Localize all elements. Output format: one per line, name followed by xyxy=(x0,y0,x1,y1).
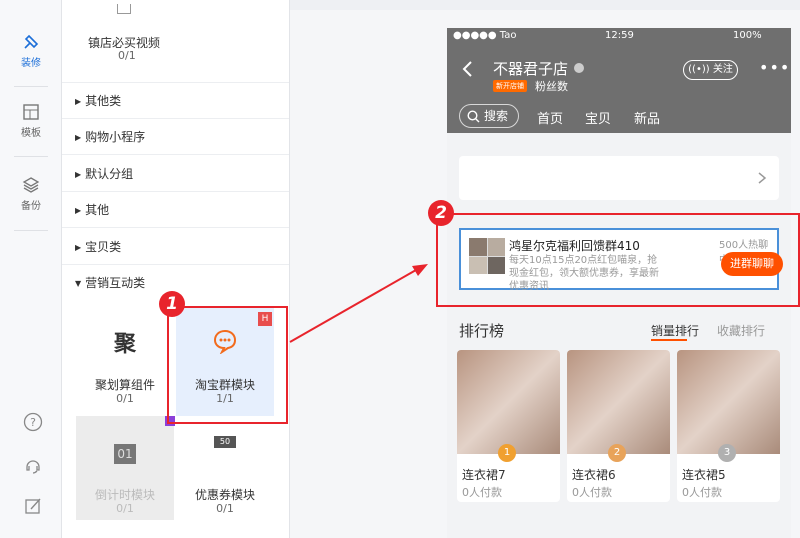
triangle-right-icon: ▶ xyxy=(75,132,82,142)
product-sales: 0人付款 xyxy=(682,486,722,499)
radio-icon: ((•)) xyxy=(688,64,713,75)
shop-name: 不器君子店 xyxy=(493,60,569,78)
layers-icon xyxy=(22,177,40,193)
category-label: 营销互动类 xyxy=(85,276,146,290)
rank-badge: 1 xyxy=(498,444,516,462)
category-mini-program[interactable]: ▶ 购物小程序 xyxy=(62,119,289,155)
follow-button[interactable]: ((•)) 关注 xyxy=(683,60,738,80)
search-label: 搜索 xyxy=(484,109,509,123)
rail-item-backup[interactable]: 备份 xyxy=(0,175,62,212)
countdown-icon: 01 xyxy=(114,444,136,464)
rank-badge: 2 xyxy=(608,444,626,462)
module-name: 优惠券模块 xyxy=(194,488,255,502)
triangle-right-icon: ▶ xyxy=(75,96,82,106)
category-label: 其他类 xyxy=(85,94,122,108)
tab-new[interactable]: 新品 xyxy=(634,108,660,127)
category-label: 默认分组 xyxy=(85,167,134,181)
module-coupon[interactable]: 50 优惠券模块 0/1 xyxy=(176,416,274,520)
rail-item-label: 备份 xyxy=(21,201,41,212)
back-icon[interactable] xyxy=(461,60,473,78)
search-icon xyxy=(467,110,480,123)
category-other-type[interactable]: ▶ 其他类 xyxy=(62,83,289,119)
svg-text:?: ? xyxy=(30,416,36,429)
active-tab-underline xyxy=(651,339,687,341)
product-image xyxy=(677,350,780,454)
edit-icon[interactable] xyxy=(23,496,43,516)
headset-icon[interactable] xyxy=(23,455,43,475)
rail-item-label: 模板 xyxy=(21,128,41,139)
chevron-right-icon xyxy=(758,172,767,184)
triangle-right-icon: ▶ xyxy=(75,205,82,215)
left-rail: 装修 模板 备份 ? xyxy=(0,0,62,538)
coupon-icon: 50 xyxy=(214,436,236,448)
category-item-type[interactable]: ▶ 宝贝类 xyxy=(62,229,289,265)
product-sales: 0人付款 xyxy=(572,486,612,499)
category-default-group[interactable]: ▶ 默认分组 xyxy=(62,156,289,192)
search-button[interactable]: 搜索 xyxy=(459,104,519,128)
template-icon xyxy=(23,104,39,120)
module-count: 0/1 xyxy=(116,392,134,405)
arrow-icon xyxy=(289,264,428,343)
module-count: 0/1 xyxy=(216,502,234,515)
video-module-icon xyxy=(117,4,131,14)
empty-card[interactable] xyxy=(459,156,779,200)
status-battery: 100% xyxy=(733,30,762,41)
product-card[interactable]: 1 连衣裙7 0人付款 xyxy=(457,350,560,502)
product-name: 连衣裙6 xyxy=(572,468,616,482)
brush-icon xyxy=(24,34,39,49)
tab-sales-rank[interactable]: 销量排行 xyxy=(651,322,699,339)
new-shop-badge: 新开店铺 xyxy=(493,80,527,92)
step-marker-1: 1 xyxy=(159,291,185,317)
triangle-right-icon: ▶ xyxy=(75,242,82,252)
category-label: 宝贝类 xyxy=(85,240,122,254)
module-juhuasuan[interactable]: 聚 聚划算组件 0/1 xyxy=(76,306,174,416)
fans-count: 粉丝数 xyxy=(535,80,568,93)
module-name: 聚划算组件 xyxy=(94,378,155,392)
rail-item-decorate[interactable]: 装修 xyxy=(0,32,62,69)
help-icon[interactable]: ? xyxy=(23,412,43,432)
highlight-box-preview xyxy=(436,213,800,307)
rail-divider xyxy=(14,230,48,231)
shop-header: ●●●●● Tao 12:59 100% 不器君子店 新开店铺 粉丝数 ((•)… xyxy=(447,28,791,133)
module-name: 倒计时模块 xyxy=(94,488,155,502)
highlight-box-module xyxy=(167,306,288,424)
product-image xyxy=(567,350,670,454)
product-image xyxy=(457,350,560,454)
components-panel: 镇店必买视频 0/1 ▶ 其他类 ▶ 购物小程序 ▶ 默认分组 ▶ 其他 ▶ 宝贝类 ▼ 营… xyxy=(62,0,290,538)
rank-badge: 3 xyxy=(718,444,736,462)
status-carrier: ●●●●● Tao xyxy=(453,30,517,41)
more-icon[interactable]: ••• xyxy=(759,58,790,77)
top-module-count: 0/1 xyxy=(118,49,136,62)
category-label: 购物小程序 xyxy=(85,130,146,144)
status-time: 12:59 xyxy=(605,30,634,41)
triangle-right-icon: ▶ xyxy=(75,169,82,179)
product-sales: 0人付款 xyxy=(462,486,502,499)
rail-item-label: 装修 xyxy=(21,58,41,69)
module-countdown[interactable]: 01 倒计时模块 0/1 xyxy=(76,416,175,520)
rail-divider xyxy=(14,156,48,157)
verified-icon xyxy=(574,63,584,73)
rail-divider xyxy=(14,86,48,87)
product-name: 连衣裙5 xyxy=(682,468,726,482)
triangle-down-icon: ▼ xyxy=(75,278,82,288)
follow-label: 关注 xyxy=(712,64,733,75)
product-card[interactable]: 3 连衣裙5 0人付款 xyxy=(677,350,780,502)
product-card[interactable]: 2 连衣裙6 0人付款 xyxy=(567,350,670,502)
category-other[interactable]: ▶ 其他 xyxy=(62,192,289,228)
ranking-title: 排行榜 xyxy=(459,322,505,340)
step-marker-2: 2 xyxy=(428,200,454,226)
juhuasuan-icon: 聚 xyxy=(113,332,136,357)
tab-items[interactable]: 宝贝 xyxy=(585,108,611,127)
rail-item-template[interactable]: 模板 xyxy=(0,102,62,139)
module-count: 0/1 xyxy=(116,502,134,515)
tab-home[interactable]: 首页 xyxy=(537,108,563,127)
tab-favorite-rank[interactable]: 收藏排行 xyxy=(717,322,765,339)
product-name: 连衣裙7 xyxy=(462,468,506,482)
category-label: 其他 xyxy=(85,203,110,217)
ranking-section: 排行榜 销量排行 收藏排行 1 连衣裙7 0人付款 2 连衣裙6 0人付款 3 … xyxy=(447,310,791,538)
